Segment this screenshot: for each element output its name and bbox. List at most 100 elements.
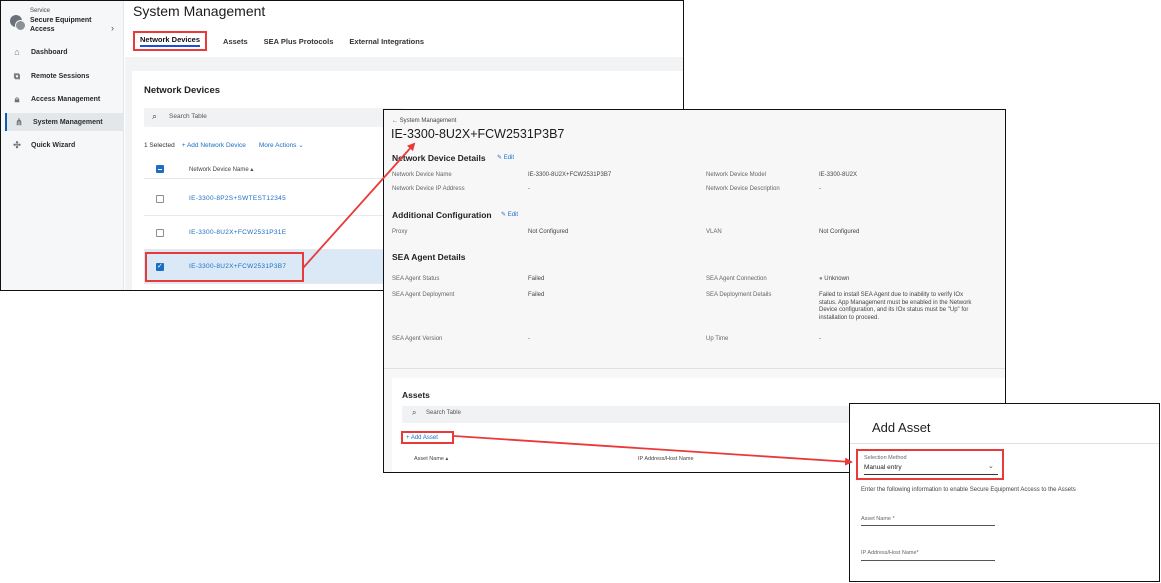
device-title: IE-3300-8U2X+FCW2531P3B7 [391,127,565,141]
column-header-device-name[interactable]: Network Device Name ▴ [189,166,253,173]
agent-connection-label: SEA Agent Connection [706,276,767,282]
lock-icon: 🔒︎ [14,93,20,104]
device-model-label: Network Device Model [706,172,767,178]
edit-configuration-button[interactable]: ✎ Edit [501,211,518,218]
deployment-details-value: Failed to install SEA Agent due to inabi… [819,292,972,321]
chevron-down-icon: ⌄ [298,142,304,149]
selection-method-label: Selection Method [864,455,907,461]
assets-title: Assets [402,390,430,400]
network-device-details-title: Network Device Details [392,153,486,163]
search-placeholder: Search Table [169,113,207,120]
uptime-label: Up Time [706,336,729,342]
tab-sea-plus-protocols[interactable]: SEA Plus Protocols [264,31,334,51]
agent-version-value: - [528,336,530,342]
sidebar-item-label: Access Management [31,95,101,103]
add-asset-button[interactable]: + Add Asset [401,431,454,444]
select-all-checkbox[interactable] [156,165,164,173]
assets-search-input[interactable]: ⌕ Search Table [402,406,852,423]
table-toolbar: 1 Selected + Add Network Device More Act… [144,141,304,150]
tab-assets[interactable]: Assets [223,31,248,51]
status-dot-icon: ● [819,276,823,282]
sidebar-item-dashboard[interactable]: ⌂ Dashboard [5,43,123,61]
tab-bar: Network Devices Assets SEA Plus Protocol… [125,27,432,55]
asset-name-label: Asset Name * [861,516,895,522]
tab-external-integrations[interactable]: External Integrations [349,31,424,51]
sort-icon: ▴ [250,167,254,173]
agent-status-value: Failed [528,276,545,282]
additional-configuration-title: Additional Configuration [392,210,492,220]
agent-connection-value: ● Unknown [819,276,850,282]
row-checkbox[interactable] [156,195,164,203]
sidebar-item-remote-sessions[interactable]: ⧉ Remote Sessions [5,67,123,85]
sidebar-item-label: Dashboard [31,48,68,56]
section-title: Network Devices [144,85,221,96]
selection-method-select[interactable]: Selection Method Manual entry ⌄ [856,449,1004,480]
info-text: Enter the following information to enabl… [861,487,1076,493]
sidebar-item-quick-wizard[interactable]: ✣ Quick Wizard [5,136,123,154]
add-network-device-button[interactable]: + Add Network Device [182,142,246,149]
tab-network-devices[interactable]: Network Devices [133,31,208,51]
ip-address-field[interactable] [861,560,995,561]
column-header-asset-name[interactable]: Asset Name ▴ [414,456,448,462]
chevron-down-icon: ⌄ [988,463,994,470]
sidebar: Service Secure Equipment Access › ⌂ Dash… [1,1,124,290]
brand[interactable]: Service Secure Equipment Access › [10,7,122,37]
service-label: Service [30,8,51,14]
selection-method-value: Manual entry [864,464,902,471]
product-name: Secure Equipment Access [30,17,92,33]
deployment-details-label: SEA Deployment Details [706,292,772,298]
highlight-box [145,252,304,282]
search-icon: ⌕ [152,111,158,121]
column-header-ip-address[interactable]: IP Address/Host Name [638,456,694,462]
device-name-link[interactable]: IE-3300-8P2S+SWTEST12345 [189,195,286,202]
sidebar-item-system-management[interactable]: ⋔ System Management [5,113,123,131]
device-model-value: IE-3300-8U2X [819,172,858,178]
agent-status-label: SEA Agent Status [392,276,440,282]
sidebar-item-label: Remote Sessions [31,72,90,80]
proxy-value: Not Configured [528,229,569,235]
system-management-icon: ⋔ [15,116,23,127]
agent-deployment-value: Failed [528,292,545,298]
quick-wizard-icon: ✣ [13,139,21,150]
pencil-icon: ✎ [501,212,507,218]
device-description-value: - [819,186,821,192]
proxy-label: Proxy [392,229,408,235]
sea-agent-details-title: SEA Agent Details [392,252,466,262]
chevron-right-icon: › [111,23,114,33]
remote-sessions-icon: ⧉ [13,70,21,81]
sidebar-item-access-management[interactable]: 🔒︎ Access Management [5,90,123,108]
search-placeholder: Search Table [426,410,461,416]
asset-name-field[interactable] [861,525,995,526]
page-title: System Management [133,3,266,19]
ip-address-label: IP Address/Host Name* [861,550,919,556]
search-icon: ⌕ [412,408,417,417]
select-underline [864,474,998,475]
dialog-title: Add Asset [872,420,931,435]
sort-icon: ▴ [445,456,449,462]
sidebar-item-label: Quick Wizard [31,141,76,149]
uptime-value: - [819,336,821,342]
service-logo-icon [10,15,26,31]
pencil-icon: ✎ [497,155,503,161]
agent-version-label: SEA Agent Version [392,336,443,342]
device-name-label: Network Device Name [392,172,452,178]
agent-deployment-label: SEA Agent Deployment [392,292,455,298]
device-description-label: Network Device Description [706,186,780,192]
vlan-label: VLAN [706,229,722,235]
edit-device-button[interactable]: ✎ Edit [497,154,514,161]
sidebar-item-label: System Management [33,118,103,126]
breadcrumb[interactable]: ← System Management [392,118,456,124]
section-divider [384,368,1005,369]
device-ip-value: - [528,186,530,192]
device-ip-label: Network Device IP Address [392,186,465,192]
search-input[interactable]: ⌕ Search Table [144,108,404,127]
add-asset-dialog-screenshot: Add Asset Selection Method Manual entry … [849,403,1160,582]
dialog-divider [850,443,1159,444]
selected-count: 1 Selected [144,141,175,149]
device-name-value: IE-3300-8U2X+FCW2531P3B7 [528,172,612,178]
device-name-link[interactable]: IE-3300-8U2X+FCW2531P31E [189,229,286,236]
vlan-value: Not Configured [819,229,860,235]
dashboard-icon: ⌂ [14,47,20,57]
more-actions-button[interactable]: More Actions ⌄ [259,141,304,149]
row-checkbox[interactable] [156,229,164,237]
